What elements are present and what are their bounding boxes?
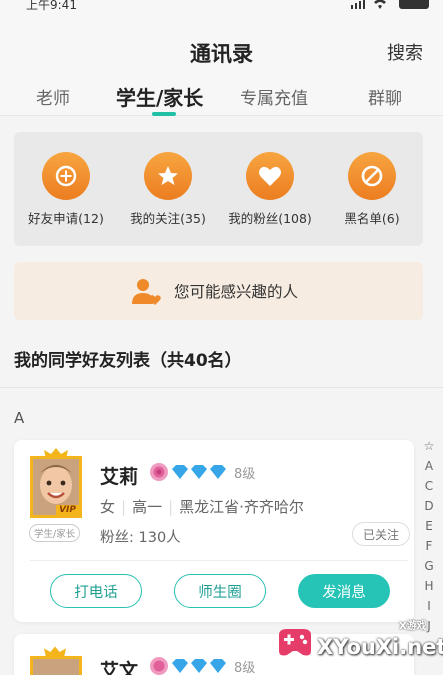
tab-group-chat[interactable]: 群聊 [368,84,402,109]
tab-teachers[interactable]: 老师 [36,84,70,109]
watermark-brand: XYouXi.net [317,635,443,659]
index-letter[interactable]: H [421,576,437,596]
index-star[interactable]: ☆ [421,436,437,456]
section-divider [0,387,443,388]
signal-icon [351,0,365,9]
avatar[interactable]: VIP [30,456,82,518]
wifi-icon [374,0,386,9]
grade: 高一 [132,498,163,516]
card-divider [30,560,408,561]
friend-info: 女 | 高一 | 黑龙江省·齐齐哈尔 [100,498,304,516]
block-icon [348,152,396,200]
gender: 女 [100,498,116,516]
tab-students-parents[interactable]: 学生/家长 [116,82,203,111]
friend-name: 艾文 [100,660,139,675]
call-button[interactable]: 打电话 [50,574,142,608]
status-bar: 上午9:41 [0,0,443,12]
level-text: 8级 [234,660,256,675]
app-header: 通讯录 搜索 老师 学生/家长 专属充值 群聊 [0,12,443,116]
blacklist-button[interactable]: 黑名单(6) [320,152,424,227]
level-badges: 8级 [148,460,255,484]
location: 黑龙江省·齐齐哈尔 [179,498,304,516]
send-message-button[interactable]: 发消息 [298,574,390,608]
rose-icon [150,657,168,675]
my-follows-button[interactable]: 我的关注(35) [116,152,220,227]
my-follows-label: 我的关注(35) [130,211,206,226]
section-letter: A [14,409,25,427]
gamepad-icon [279,629,311,656]
quick-actions-panel: 好友申请(12) 我的关注(35) 我的粉丝(108) 黑名单(6) [14,132,423,246]
avatar[interactable] [30,656,82,675]
friend-list-title: 我的同学好友列表（共40名） [14,351,242,371]
friend-card[interactable]: VIP 学生/家长 艾莉 8级 女 | 高一 | 黑龙江省·齐齐哈尔 粉丝: 130人 … [14,440,414,622]
my-fans-label: 我的粉丝(108) [228,211,312,226]
heart-icon [246,152,294,200]
search-button[interactable]: 搜索 [387,39,423,65]
watermark-small-text: X游戏 [399,621,427,632]
follow-status-button[interactable]: 已关注 [352,522,410,546]
index-letter[interactable]: A [421,456,437,476]
active-tab-indicator [152,112,176,116]
rose-icon [150,463,168,481]
my-fans-button[interactable]: 我的粉丝(108) [218,152,322,227]
level-text: 8级 [234,466,256,482]
friend-requests-label: 好友申请(12) [28,211,104,226]
plus-icon [42,152,90,200]
alphabet-index[interactable]: ☆ A C D E F G H I J [421,436,437,636]
people-you-may-like-banner[interactable]: 您可能感兴趣的人 [14,262,423,320]
teacher-student-circle-button[interactable]: 师生圈 [174,574,266,608]
diamond-icons [172,465,226,479]
star-icon [144,152,192,200]
diamond-icons [172,659,226,673]
index-letter[interactable]: C [421,476,437,496]
blacklist-label: 黑名单(6) [344,211,400,226]
friend-name: 艾莉 [100,466,139,488]
index-letter[interactable]: F [421,536,437,556]
level-badges: 8级 [148,654,255,675]
tab-exclusive-recharge[interactable]: 专属充值 [240,84,308,109]
index-letter[interactable]: G [421,556,437,576]
interest-label: 您可能感兴趣的人 [174,283,299,301]
person-heart-icon [132,279,161,305]
index-letter[interactable]: D [421,496,437,516]
vip-badge: VIP [56,505,79,515]
watermark: X游戏 XYouXi.net [271,613,443,675]
friend-requests-button[interactable]: 好友申请(12) [14,152,118,227]
role-tag: 学生/家长 [29,524,81,542]
battery-icon [399,0,429,9]
page-title: 通讯录 [190,42,253,66]
fans-count: 粉丝: 130人 [100,530,181,546]
index-letter[interactable]: E [421,516,437,536]
